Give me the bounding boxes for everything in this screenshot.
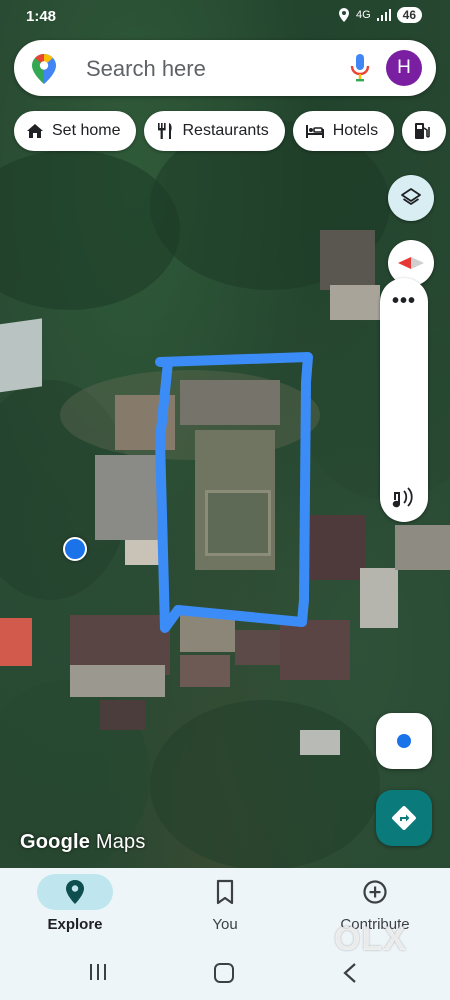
microphone-icon[interactable] <box>350 54 370 82</box>
sound-icon[interactable] <box>389 482 419 512</box>
layers-button[interactable] <box>388 175 434 221</box>
directions-button[interactable] <box>376 790 432 846</box>
more-options-icon[interactable]: ••• <box>380 290 428 313</box>
bookmark-icon <box>216 879 234 905</box>
restaurant-icon <box>158 123 173 139</box>
google-maps-attribution: Google Maps <box>20 831 146 854</box>
network-type: 4G <box>355 9 371 21</box>
tab-label: Explore <box>47 916 103 933</box>
status-time: 1:48 <box>26 8 57 25</box>
add-circle-icon <box>363 880 387 904</box>
category-chips: Set home Restaurants Hotels <box>14 111 447 151</box>
watermark-text: OLX <box>334 920 407 958</box>
chip-set-home[interactable]: Set home <box>14 111 137 151</box>
recent-apps-icon[interactable] <box>88 962 108 982</box>
chip-label: Set home <box>52 122 121 139</box>
chip-gas[interactable] <box>402 111 447 151</box>
layers-icon <box>401 188 421 205</box>
status-bar: 1:48 4G 46 <box>0 0 450 34</box>
gas-station-icon <box>415 123 430 139</box>
chip-label: Restaurants <box>182 122 269 139</box>
search-bar[interactable]: Search here H <box>14 40 436 96</box>
status-icons: 4G 46 <box>338 7 422 23</box>
map-side-panel: ••• <box>380 278 428 522</box>
attribution-brand: Google <box>20 831 91 853</box>
chip-label: Hotels <box>332 122 379 139</box>
my-location-button[interactable] <box>376 713 432 769</box>
signal-icon <box>376 9 391 21</box>
google-maps-logo-icon <box>32 54 56 84</box>
tab-you[interactable]: You <box>150 868 300 948</box>
chip-restaurants[interactable]: Restaurants <box>144 111 285 151</box>
olx-watermark: OLX <box>334 920 407 959</box>
home-icon <box>27 124 43 138</box>
chip-hotels[interactable]: Hotels <box>292 111 395 151</box>
home-button-icon[interactable] <box>213 962 235 984</box>
attribution-product: Maps <box>95 831 146 853</box>
hotel-icon <box>305 125 324 138</box>
avatar[interactable]: H <box>386 50 422 86</box>
tab-explore[interactable]: Explore <box>0 868 150 948</box>
my-location-icon <box>397 734 411 748</box>
tab-label: You <box>212 916 238 933</box>
user-location-dot <box>63 537 87 561</box>
explore-pin-icon <box>66 880 84 904</box>
location-status-icon <box>338 8 349 22</box>
battery-level: 46 <box>396 7 422 23</box>
directions-icon <box>392 806 416 830</box>
compass-icon <box>398 257 424 269</box>
search-placeholder[interactable]: Search here <box>86 56 206 82</box>
back-icon[interactable] <box>342 962 358 984</box>
